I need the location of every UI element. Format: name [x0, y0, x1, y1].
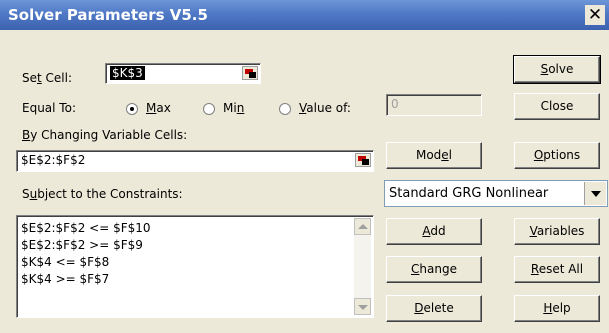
max-label: Max: [146, 101, 171, 115]
constraints-list[interactable]: $E$2:$F$2 <= $F$10 $E$2:$F$2 >= $F$9 $K$…: [16, 215, 374, 318]
help-button[interactable]: Help: [514, 295, 600, 322]
changing-cells-label: By Changing Variable Cells:: [22, 128, 188, 142]
variables-button[interactable]: Variables: [514, 218, 600, 245]
solving-method-select[interactable]: Standard GRG Nonlinear: [384, 180, 608, 207]
set-cell-label: Set Cell:: [22, 71, 73, 85]
equal-to-label: Equal To:: [22, 101, 76, 115]
close-button[interactable]: Close: [514, 93, 600, 120]
solving-method-value: Standard GRG Nonlinear: [389, 186, 549, 201]
add-button[interactable]: Add: [386, 218, 482, 245]
solve-button[interactable]: Solve: [513, 55, 601, 84]
constraint-item[interactable]: $E$2:$F$2 <= $F$10: [21, 221, 151, 235]
constraints-label: Subject to the Constraints:: [22, 187, 183, 201]
chevron-down-icon[interactable]: [584, 182, 606, 205]
scroll-down-icon[interactable]: [354, 298, 371, 315]
set-cell-input[interactable]: $K$3: [105, 63, 261, 84]
delete-button[interactable]: Delete: [386, 295, 482, 322]
constraints-scrollbar[interactable]: [354, 218, 371, 315]
changing-cells-input[interactable]: $E$2:$F$2: [16, 150, 374, 172]
range-select-icon[interactable]: [242, 66, 258, 80]
reset-all-button[interactable]: Reset All: [514, 256, 600, 283]
min-radio[interactable]: [203, 103, 215, 115]
value-of-label: Value of:: [299, 101, 351, 115]
window-title: Solver Parameters V5.5: [8, 6, 208, 24]
value-of-input[interactable]: 0: [386, 94, 482, 116]
scroll-up-icon[interactable]: [354, 218, 371, 235]
title-bar: Solver Parameters V5.5 ✕: [0, 0, 609, 30]
options-button[interactable]: Options: [514, 142, 600, 169]
close-icon[interactable]: ✕: [585, 5, 605, 25]
range-select-icon[interactable]: [355, 153, 371, 167]
change-button[interactable]: Change: [386, 256, 482, 283]
value-of-radio[interactable]: [279, 103, 291, 115]
max-radio[interactable]: [126, 103, 138, 115]
constraint-item[interactable]: $K$4 <= $F$8: [21, 255, 109, 269]
min-label: Min: [223, 101, 245, 115]
constraint-item[interactable]: $E$2:$F$2 >= $F$9: [21, 238, 143, 252]
model-button[interactable]: Model: [386, 142, 482, 169]
changing-cells-value: $E$2:$F$2: [21, 153, 86, 167]
constraint-item[interactable]: $K$4 >= $F$7: [21, 272, 109, 286]
set-cell-value: $K$3: [110, 66, 145, 80]
